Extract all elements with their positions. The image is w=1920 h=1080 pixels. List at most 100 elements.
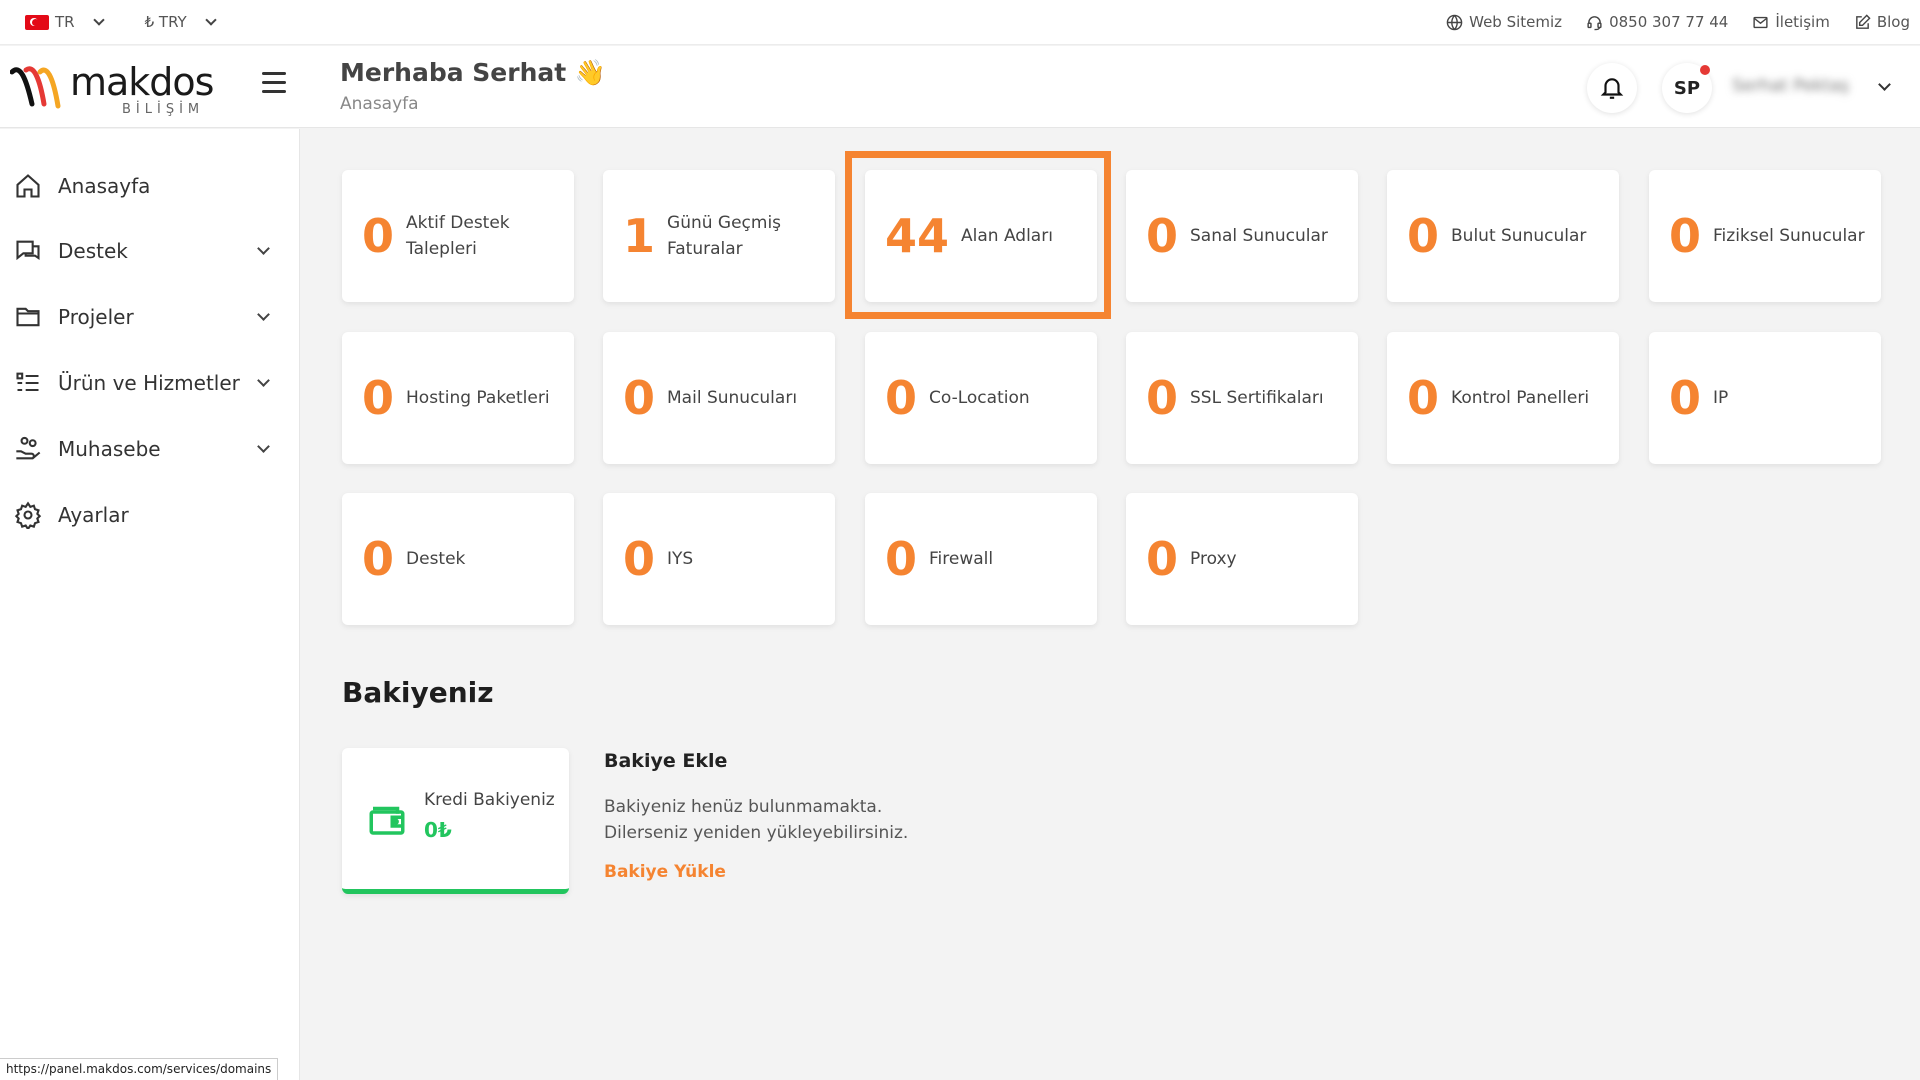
card-proxy[interactable]: 0 Proxy [1126, 493, 1358, 625]
sidebar-item-muhasebe[interactable]: Muhasebe [14, 429, 276, 469]
credit-balance-card: Kredi Bakiyeniz 0₺ [342, 748, 569, 894]
highlight-box [845, 151, 1111, 319]
card-count: 0 [885, 371, 918, 425]
language-label: TR [55, 13, 75, 31]
chevron-down-icon [205, 13, 217, 26]
greeting-title: Merhaba Serhat 👋 [340, 58, 607, 87]
card-count: 0 [1146, 209, 1179, 263]
turkey-flag-icon [25, 14, 49, 30]
blog-link[interactable]: Blog [1854, 13, 1910, 31]
card-ip[interactable]: 0 IP [1649, 332, 1881, 464]
sidebar-item-label: Anasayfa [58, 174, 151, 198]
makdos-logo[interactable]: makdos BİLİŞİM [10, 58, 215, 118]
card-count: 0 [1669, 371, 1702, 425]
card-sanal-sunucular[interactable]: 0 Sanal Sunucular [1126, 170, 1358, 302]
card-firewall[interactable]: 0 Firewall [865, 493, 1097, 625]
chevron-down-icon[interactable] [1878, 78, 1891, 91]
credit-value: 0₺ [424, 818, 452, 842]
chevron-down-icon [257, 242, 270, 255]
notifications-button[interactable] [1587, 63, 1637, 113]
username[interactable]: Serhat Pektaş [1732, 76, 1849, 96]
add-balance-desc-line: Bakiyeniz henüz bulunmamakta. [604, 797, 883, 817]
card-bulut-sunucular[interactable]: 0 Bulut Sunucular [1387, 170, 1619, 302]
sidebar-item-label: Muhasebe [58, 437, 161, 461]
sidebar-item-label: Ayarlar [58, 503, 129, 527]
card-count: 0 [885, 532, 918, 586]
globe-icon [1446, 14, 1463, 30]
sidebar-item-label: Destek [58, 239, 128, 263]
avatar-initials: SP [1673, 77, 1701, 99]
card-label: Firewall [929, 549, 994, 569]
card-ssl-sertifikalari[interactable]: 0 SSL Sertifikaları [1126, 332, 1358, 464]
home-icon [16, 174, 40, 198]
card-label: Günü Geçmiş Faturalar [667, 213, 782, 259]
folder-icon [16, 307, 40, 327]
sidebar-item-projeler[interactable]: Projeler [14, 297, 276, 337]
card-label: SSL Sertifikaları [1190, 388, 1324, 408]
card-destek[interactable]: 0 Destek [342, 493, 574, 625]
sidebar-item-anasayfa[interactable]: Anasayfa [14, 166, 276, 206]
top-bar: TR ₺ TRY Web Sitemiz 0850 307 77 44 İlet… [0, 0, 1920, 45]
card-count: 1 [623, 209, 656, 263]
blog-link-label: Blog [1876, 13, 1910, 31]
website-link-label: Web Sitemiz [1469, 13, 1563, 31]
chevron-down-icon [257, 440, 270, 453]
mail-icon [1753, 16, 1768, 28]
card-label: IP [1713, 388, 1729, 408]
card-mail-sunuculari[interactable]: 0 Mail Sunucuları [603, 332, 835, 464]
card-gunu-gecmis-faturalar[interactable]: 1 Günü Geçmiş Faturalar [603, 170, 835, 302]
language-selector[interactable]: TR [25, 13, 105, 31]
website-link[interactable]: Web Sitemiz [1446, 13, 1562, 31]
card-count: 0 [1146, 532, 1179, 586]
header: makdos BİLİŞİM Merhaba Serhat 👋 Anasayfa… [0, 46, 1920, 128]
sidebar-item-label: Projeler [58, 305, 134, 329]
card-count: 0 [362, 209, 395, 263]
bell-icon [1600, 78, 1624, 99]
edit-icon [1855, 13, 1871, 29]
chevron-down-icon [257, 308, 270, 321]
chevron-down-icon [92, 13, 105, 26]
card-label: Fiziksel Sunucular [1713, 226, 1865, 246]
card-count: 0 [1407, 371, 1440, 425]
card-label: Mail Sunucuları [667, 388, 798, 408]
card-label: Bulut Sunucular [1451, 226, 1587, 246]
card-co-location[interactable]: 0 Co-Location [865, 332, 1097, 464]
currency-selector[interactable]: ₺ TRY [145, 13, 217, 31]
card-label: Co-Location [929, 388, 1030, 408]
phone-link[interactable]: 0850 307 77 44 [1586, 13, 1728, 31]
card-count: 0 [1407, 209, 1440, 263]
sidebar-item-destek[interactable]: Destek [14, 231, 276, 271]
card-label: Aktif Destek Talepleri [406, 213, 510, 259]
card-fiziksel-sunucular[interactable]: 0 Fiziksel Sunucular [1649, 170, 1881, 302]
credit-label: Kredi Bakiyeniz [424, 790, 555, 810]
sidebar: Anasayfa Destek Projeler Ürün ve Hizmetl… [0, 129, 300, 1080]
card-kontrol-panelleri[interactable]: 0 Kontrol Panelleri [1387, 332, 1619, 464]
avatar[interactable]: SP [1662, 63, 1712, 113]
card-aktif-destek[interactable]: 0 Aktif Destek Talepleri [342, 170, 574, 302]
sidebar-item-label: Ürün ve Hizmetler [58, 371, 240, 395]
card-iys[interactable]: 0 IYS [603, 493, 835, 625]
card-hosting-paketleri[interactable]: 0 Hosting Paketleri [342, 332, 574, 464]
add-balance-description: Bakiyeniz henüz bulunmamakta. Dilerseniz… [604, 794, 1004, 846]
card-count: 0 [1146, 371, 1179, 425]
balance-section-title: Bakiyeniz [342, 676, 494, 709]
card-label: Destek [406, 549, 466, 569]
chevron-down-icon [257, 374, 270, 387]
load-balance-link[interactable]: Bakiye Yükle [604, 862, 726, 882]
status-bar-url: https://panel.makdos.com/services/domain… [0, 1058, 279, 1080]
contact-link[interactable]: İletişim [1752, 13, 1830, 31]
card-label: Kontrol Panelleri [1451, 388, 1590, 408]
menu-toggle-button[interactable] [262, 72, 286, 94]
card-count: 0 [1669, 209, 1702, 263]
sidebar-item-ayarlar[interactable]: Ayarlar [14, 495, 276, 535]
logo-subtext: BİLİŞİM [122, 102, 205, 117]
sidebar-item-urun-hizmetler[interactable]: Ürün ve Hizmetler [14, 363, 276, 403]
logo-mark-icon [10, 66, 61, 109]
breadcrumb: Anasayfa [340, 94, 419, 114]
headset-icon [1587, 15, 1602, 30]
add-balance-desc-line: Dilerseniz yeniden yükleyebilirsiniz. [604, 823, 909, 843]
chat-icon [16, 240, 40, 261]
notification-dot [1700, 65, 1710, 75]
gear-icon [14, 501, 42, 529]
add-balance-title: Bakiye Ekle [604, 750, 728, 772]
